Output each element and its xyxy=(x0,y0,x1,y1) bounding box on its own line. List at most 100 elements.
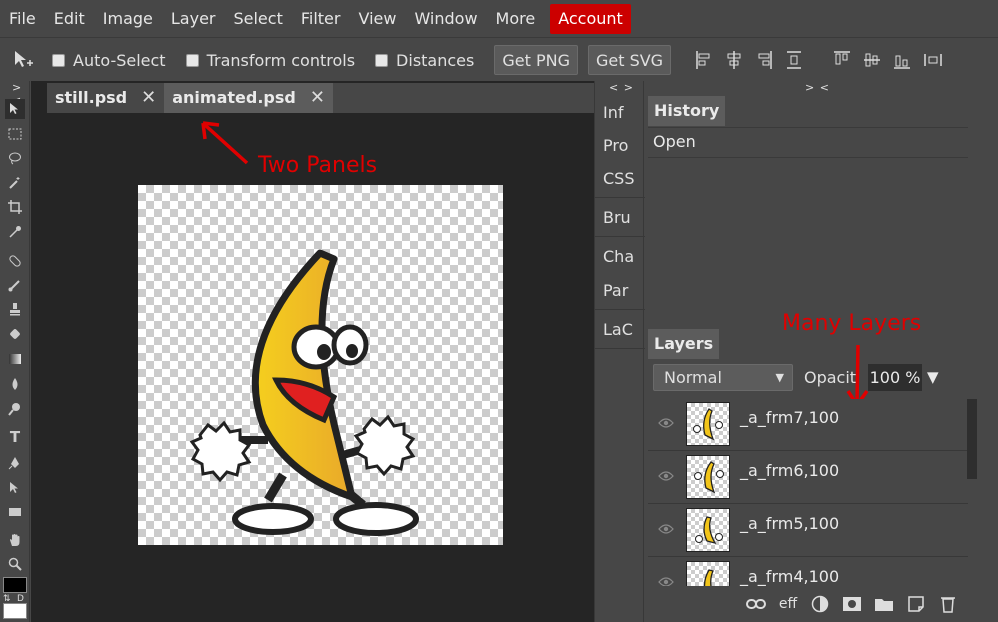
layer-name: _a_frm7,100 xyxy=(740,408,840,427)
collapsed-panels-column: < > Inf Pro CSS Bru Cha Par LaC xyxy=(594,81,645,622)
eye-icon[interactable] xyxy=(658,523,674,535)
menu-layer[interactable]: Layer xyxy=(162,4,225,34)
right-panel-collapse-toggle[interactable]: > < xyxy=(805,81,830,94)
panel-brush-button[interactable]: Bru xyxy=(603,208,631,227)
align-center-horizontal-icon[interactable] xyxy=(725,50,743,70)
panel-info-button[interactable]: Inf xyxy=(603,103,624,122)
layer-row[interactable]: _a_frm5,100 xyxy=(648,505,968,557)
tools-panel: > < T ⇅ D xyxy=(0,81,30,622)
get-png-button[interactable]: Get PNG xyxy=(494,45,578,75)
eye-icon[interactable] xyxy=(658,576,674,586)
new-group-folder-icon[interactable] xyxy=(873,594,895,614)
layers-scrollbar[interactable] xyxy=(967,399,977,479)
right-panels: > < History Open Layers Many Layers Norm… xyxy=(645,81,998,622)
transform-controls-checkbox[interactable]: Transform controls xyxy=(185,51,355,70)
pen-tool-icon[interactable] xyxy=(5,453,25,473)
menu-select[interactable]: Select xyxy=(224,4,291,34)
get-svg-button[interactable]: Get SVG xyxy=(587,45,672,75)
tab-layers[interactable]: Layers xyxy=(648,329,720,359)
document-tab-still[interactable]: still.psd ✕ xyxy=(47,83,165,113)
panel-layer-comps-button[interactable]: LaC xyxy=(603,320,633,339)
blend-mode-select[interactable]: Normal ▼ xyxy=(653,364,793,391)
eye-icon[interactable] xyxy=(658,470,674,482)
hand-tool-icon[interactable] xyxy=(5,530,25,550)
background-color-swatch[interactable] xyxy=(3,603,27,619)
menu-file[interactable]: File xyxy=(0,4,45,34)
layer-row[interactable]: _a_frm4,100 xyxy=(648,558,968,586)
menu-view[interactable]: View xyxy=(349,4,405,34)
healing-brush-tool-icon[interactable] xyxy=(5,251,25,271)
divider xyxy=(595,309,645,310)
tab-history[interactable]: History xyxy=(648,96,726,126)
marquee-tool-icon[interactable] xyxy=(5,124,25,144)
crop-tool-icon[interactable] xyxy=(5,197,25,217)
menu-window[interactable]: Window xyxy=(405,4,486,34)
menu-filter[interactable]: Filter xyxy=(292,4,350,34)
delete-layer-icon[interactable] xyxy=(937,594,959,614)
link-layers-icon[interactable] xyxy=(745,594,767,614)
opacity-dropdown-icon[interactable]: ▼ xyxy=(927,368,939,386)
divider xyxy=(595,236,645,237)
history-list: Open xyxy=(648,127,968,325)
auto-select-checkbox[interactable]: Auto-Select xyxy=(52,51,166,70)
checkbox-box[interactable] xyxy=(375,53,389,67)
blend-mode-value: Normal xyxy=(664,368,722,387)
panel-character-button[interactable]: Cha xyxy=(603,247,634,266)
layer-mask-icon[interactable] xyxy=(841,594,863,614)
eyedropper-tool-icon[interactable] xyxy=(5,222,25,242)
chevron-down-icon: ▼ xyxy=(775,371,784,384)
menu-more[interactable]: More xyxy=(487,4,545,34)
move-tool-icon[interactable] xyxy=(5,99,25,119)
document-tab-animated[interactable]: animated.psd ✕ xyxy=(164,83,333,113)
clone-stamp-tool-icon[interactable] xyxy=(5,299,25,319)
text-tool-icon[interactable]: T xyxy=(5,427,25,447)
annotation-many-layers: Many Layers xyxy=(782,311,922,336)
magic-wand-tool-icon[interactable] xyxy=(5,173,25,193)
foreground-color-swatch[interactable] xyxy=(3,577,27,593)
panel-properties-button[interactable]: Pro xyxy=(603,136,628,155)
distribute-vertical-icon[interactable] xyxy=(785,50,803,70)
close-icon[interactable]: ✕ xyxy=(310,83,325,113)
account-button[interactable]: Account xyxy=(550,3,631,34)
opacity-label: Opacit xyxy=(804,368,857,387)
align-bottom-icon[interactable] xyxy=(893,50,911,70)
mini-panel-collapse-toggle[interactable]: < > xyxy=(609,81,634,94)
adjustment-layer-icon[interactable] xyxy=(809,594,831,614)
brush-tool-icon[interactable] xyxy=(5,275,25,295)
align-top-icon[interactable] xyxy=(833,50,851,70)
eye-icon[interactable] xyxy=(658,417,674,429)
zoom-tool-icon[interactable] xyxy=(5,554,25,574)
opacity-input[interactable]: 100 % xyxy=(868,364,922,391)
shape-tool-icon[interactable] xyxy=(5,502,25,522)
image-canvas[interactable] xyxy=(138,185,503,545)
layer-row[interactable]: _a_frm6,100 xyxy=(648,452,968,504)
layers-list: _a_frm7,100 _a_frm6,100 _a_frm5,100 _a_f… xyxy=(648,399,978,586)
align-right-icon[interactable] xyxy=(755,50,773,70)
menu-edit[interactable]: Edit xyxy=(45,4,94,34)
panel-paragraph-button[interactable]: Par xyxy=(603,281,628,300)
document-tab-label: still.psd xyxy=(55,88,128,107)
checkbox-box[interactable] xyxy=(52,53,65,67)
history-item[interactable]: Open xyxy=(648,128,968,158)
distances-label: Distances xyxy=(396,50,475,70)
align-middle-vertical-icon[interactable] xyxy=(863,50,881,70)
gradient-tool-icon[interactable] xyxy=(5,349,25,369)
layer-row[interactable]: _a_frm7,100 xyxy=(648,399,968,451)
checkbox-box[interactable] xyxy=(185,53,199,67)
distances-checkbox[interactable]: Distances xyxy=(375,51,474,70)
path-select-tool-icon[interactable] xyxy=(5,478,25,498)
lasso-tool-icon[interactable] xyxy=(5,148,25,168)
align-left-icon[interactable] xyxy=(695,50,713,70)
eraser-tool-icon[interactable] xyxy=(5,324,25,344)
blur-tool-icon[interactable] xyxy=(5,374,25,394)
close-icon[interactable]: ✕ xyxy=(141,83,156,113)
layer-name: _a_frm6,100 xyxy=(740,461,840,480)
new-layer-icon[interactable] xyxy=(905,594,927,614)
menu-image[interactable]: Image xyxy=(94,4,162,34)
distribute-horizontal-icon[interactable] xyxy=(923,50,942,70)
layer-effects-button[interactable]: eff xyxy=(777,594,799,614)
layer-thumbnail xyxy=(686,455,730,499)
dodge-tool-icon[interactable] xyxy=(5,399,25,419)
panel-css-button[interactable]: CSS xyxy=(603,169,634,188)
move-tool-icon xyxy=(12,49,34,71)
